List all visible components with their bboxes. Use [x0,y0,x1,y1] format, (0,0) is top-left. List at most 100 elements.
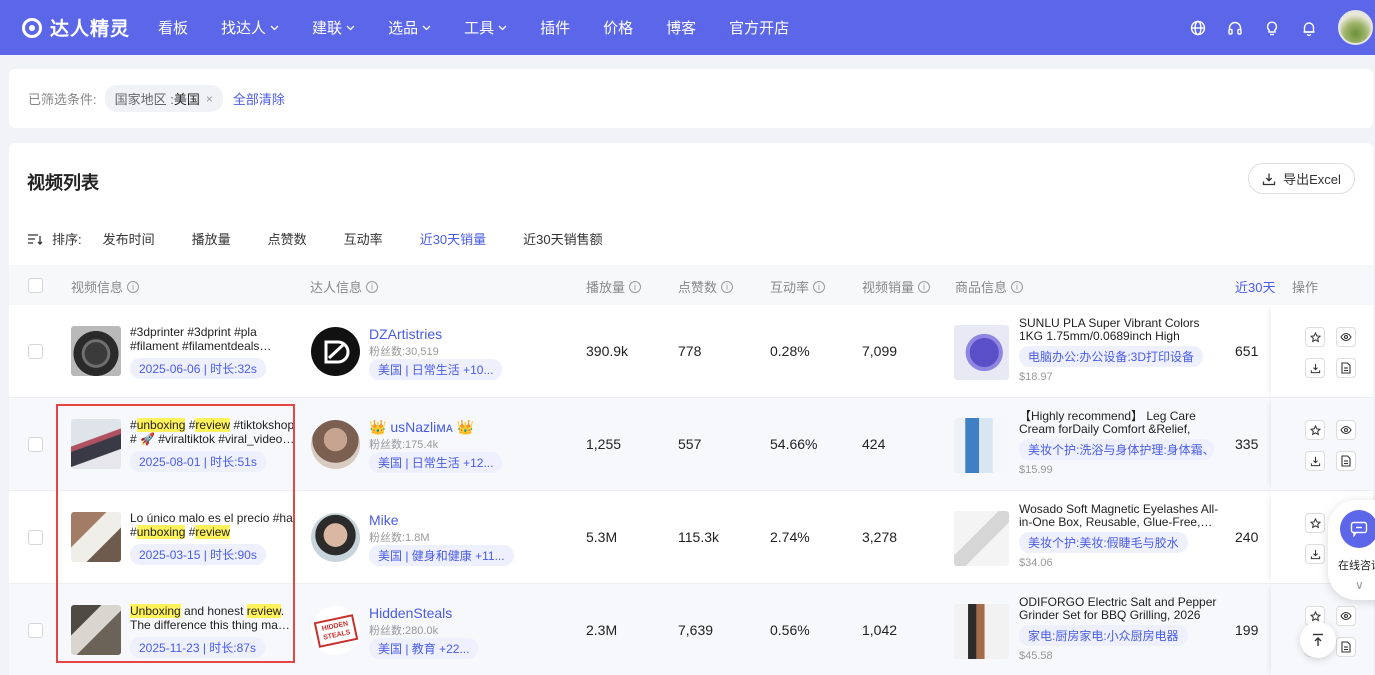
product-title[interactable]: 【Highly recommend】 Leg Care Cream forDai… [1019,410,1224,437]
globe-icon[interactable] [1190,20,1206,36]
row-checkbox[interactable] [28,344,43,359]
product-category-tag: 美妆个护:美妆:假睫毛与胶水 [1019,532,1188,553]
creator-avatar[interactable] [311,327,360,376]
chevron-down-icon [270,23,279,33]
row-checkbox[interactable] [28,437,43,452]
download-icon[interactable] [1305,358,1325,378]
table-row[interactable]: #unboxing #review #tiktokshop # 🚀 #viral… [9,398,1373,491]
video-description[interactable]: Unboxing and honest review. The differen… [130,604,295,632]
product-image[interactable] [954,511,1009,566]
table-row[interactable]: Unboxing and honest review. The differen… [9,584,1373,675]
headset-icon[interactable] [1227,20,1243,36]
creator-tag: 美国 | 健身和健康 +11... [369,545,514,566]
video-thumbnail[interactable] [71,326,121,376]
nav-item[interactable]: 博客 [666,17,696,38]
eye-icon[interactable] [1336,327,1356,347]
product-price: $18.97 [1019,371,1053,383]
col-engagement[interactable]: 互动率 i [770,277,826,296]
nav-item[interactable]: 找达人 [221,17,279,38]
product-image[interactable] [954,325,1009,380]
online-chat-widget[interactable]: 在线咨询 ∨ [1328,500,1375,600]
product-price: $15.99 [1019,464,1053,476]
likes-value: 557 [678,436,702,452]
nav-item[interactable]: 建联 [312,17,355,38]
plays-value: 2.3M [586,622,618,638]
creator-name[interactable]: DZArtistries [369,326,442,342]
creator-name[interactable]: 👑 usNazliᴍᴀ 👑 [369,419,474,436]
video-description[interactable]: #unboxing #review #tiktokshop # 🚀 #viral… [130,418,295,446]
col-plays[interactable]: 播放量 i [586,277,642,296]
eye-icon[interactable] [1336,606,1356,626]
top-navbar: 达人精灵 看板 找达人 建联 选品 工具 插件 价格 博客 官方开店 [0,0,1375,55]
video-thumbnail[interactable] [71,512,121,562]
sort-option[interactable]: 互动率 [344,229,383,248]
sort-icon [27,233,43,245]
script-doc-icon[interactable] [1336,637,1356,657]
creator-name[interactable]: Mike [369,512,399,528]
video-thumbnail[interactable] [71,605,121,655]
hidden-steals-logo: HIDDEN STEALS [313,613,358,648]
row-checkbox[interactable] [28,623,43,638]
app-logo[interactable]: 达人精灵 [22,14,130,41]
export-label: 导出Excel [1283,172,1341,187]
product-image[interactable] [954,604,1009,659]
creator-avatar[interactable] [311,513,360,562]
video-description[interactable]: #3dprinter #3dprint #pla #filament #fila… [130,325,295,353]
product-title[interactable]: Wosado Soft Magnetic Eyelashes All-in-On… [1019,503,1224,530]
bulb-icon[interactable] [1264,20,1280,36]
nav-item[interactable]: 价格 [603,17,633,38]
star-icon[interactable] [1305,327,1325,347]
star-icon[interactable] [1305,513,1325,533]
sort-option[interactable]: 发布时间 [103,229,155,248]
video-text-segment: #filament #filamentdeals… [130,339,272,353]
product-image[interactable] [954,418,1009,473]
video-thumbnail[interactable] [71,419,121,469]
download-icon[interactable] [1305,451,1325,471]
nav-item[interactable]: 看板 [158,17,188,38]
product-title[interactable]: ODIFORGO Electric Salt and Pepper Grinde… [1019,596,1224,623]
video-text-segment: review [246,604,281,618]
creator-name[interactable]: HiddenSteals [369,605,452,621]
video-text-segment: # [185,418,196,432]
eye-icon[interactable] [1336,420,1356,440]
nav-item[interactable]: 选品 [388,17,431,38]
chevron-down-icon [498,23,507,33]
product-title[interactable]: SUNLU PLA Super Vibrant Colors 1KG 1.75m… [1019,317,1224,344]
engagement-value: 54.66% [770,436,818,452]
list-title: 视频列表 [27,173,99,193]
sort-option[interactable]: 点赞数 [268,229,307,248]
export-excel-button[interactable]: 导出Excel [1248,163,1355,194]
info-icon: i [813,280,826,293]
nav-item[interactable]: 插件 [540,17,570,38]
select-all-checkbox[interactable] [28,278,43,293]
col-sales30[interactable]: 近30天 [1235,277,1275,296]
engagement-value: 0.28% [770,343,810,359]
sort-option[interactable]: 近30天销量 [420,229,486,248]
row-checkbox[interactable] [28,530,43,545]
nav-item[interactable]: 工具 [464,17,507,38]
download-icon[interactable] [1305,544,1325,564]
close-icon[interactable]: × [206,92,213,106]
user-avatar[interactable] [1338,10,1373,45]
creator-avatar[interactable] [311,420,360,469]
col-video-sales[interactable]: 视频销量 i [862,277,931,296]
script-doc-icon[interactable] [1336,451,1356,471]
star-icon[interactable] [1305,420,1325,440]
video-description[interactable]: Lo único malo es el precio #haul #unboxi… [130,511,295,539]
back-to-top-button[interactable] [1300,622,1336,658]
video-text-segment: # [130,525,137,539]
video-text-segment: unboxing [136,418,186,432]
video-meta-badge: 2025-06-06 | 时长:32s [130,358,266,379]
nav-item[interactable]: 官方开店 [729,17,789,38]
chevron-down-icon[interactable]: ∨ [1355,578,1364,592]
filter-chip-country[interactable]: 国家地区 : 美国 × [104,85,223,112]
creator-avatar[interactable]: HIDDEN STEALS [311,606,360,655]
bell-icon[interactable] [1301,20,1317,36]
script-doc-icon[interactable] [1336,358,1356,378]
sort-option[interactable]: 播放量 [192,229,231,248]
col-likes[interactable]: 点赞数 i [678,277,734,296]
sort-option[interactable]: 近30天销售额 [523,229,602,248]
clear-all-link[interactable]: 全部清除 [233,89,285,108]
table-row[interactable]: Lo único malo es el precio #haul #unboxi… [9,491,1373,584]
table-row[interactable]: #3dprinter #3dprint #pla #filament #fila… [9,305,1373,398]
